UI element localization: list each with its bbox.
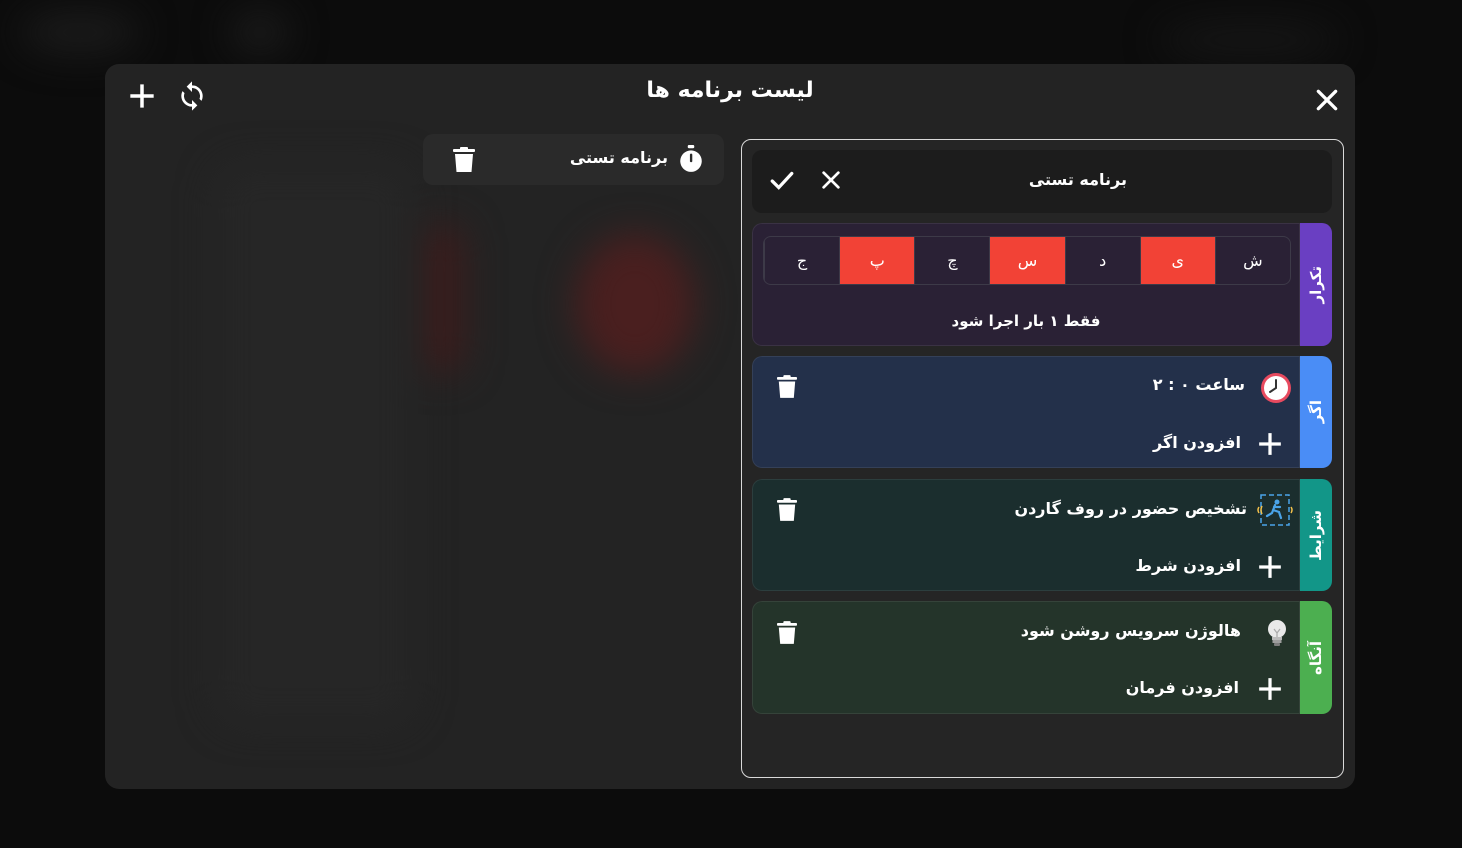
cancel-icon[interactable] [820, 169, 842, 191]
repeat-tab: تکرار [1300, 223, 1332, 346]
weekday-selector: شیدسچپج [763, 236, 1291, 285]
close-button[interactable] [1309, 82, 1345, 118]
weekday-toggle[interactable]: س [989, 237, 1065, 284]
conditions-section: تشخیص حضور در روف گاردن افزودن شرط شرایط [752, 479, 1332, 591]
repeat-summary: فقط ۱ بار اجرا شود [951, 312, 1101, 330]
add-command-label[interactable]: افزودن فرمان [1126, 678, 1239, 697]
if-item-text: ساعت ۰ : ۲ [1152, 375, 1245, 394]
weekday-toggle[interactable]: ج [764, 237, 839, 284]
plus-icon[interactable] [1257, 554, 1283, 580]
add-condition-label[interactable]: افزودن شرط [1135, 556, 1241, 575]
trash-icon[interactable] [777, 375, 797, 399]
background-blur [1160, 20, 1340, 60]
then-section-body: هالوژن سرویس روشن شود افزودن فرمان [752, 601, 1300, 714]
programs-modal: لیست برنامه ها برنامه تستی برنامه تستی ش… [105, 64, 1355, 789]
program-name: برنامه تستی [569, 148, 668, 167]
add-if-label[interactable]: افزودن اگر [1153, 433, 1241, 452]
plus-icon[interactable] [1257, 431, 1283, 457]
weekday-toggle[interactable]: ی [1139, 237, 1215, 284]
conditions-tab-label: شرایط [1307, 509, 1325, 561]
program-name-bar: برنامه تستی [752, 150, 1332, 213]
program-list-item[interactable]: برنامه تستی [423, 134, 724, 185]
close-icon [1316, 89, 1338, 111]
then-section: هالوژن سرویس روشن شود افزودن فرمان آنگاه [752, 601, 1332, 714]
repeat-tab-label: تکرار [1307, 265, 1325, 304]
if-section: ساعت ۰ : ۲ افزودن اگر اگر [752, 356, 1332, 468]
plus-icon[interactable] [1257, 676, 1283, 702]
background-blur [575, 234, 695, 374]
background-blur [415, 224, 465, 374]
weekday-toggle[interactable]: ش [1214, 237, 1290, 284]
repeat-section-body: شیدسچپج فقط ۱ بار اجرا شود [752, 223, 1300, 346]
if-tab: اگر [1300, 356, 1332, 468]
weekday-toggle[interactable]: چ [914, 237, 989, 284]
conditions-section-body: تشخیص حضور در روف گاردن افزودن شرط [752, 479, 1300, 591]
modal-title: لیست برنامه ها [646, 78, 814, 103]
then-tab: آنگاه [1300, 601, 1332, 714]
if-section-body: ساعت ۰ : ۲ افزودن اگر [752, 356, 1300, 468]
lightbulb-icon [1268, 620, 1286, 646]
refresh-button[interactable] [174, 78, 210, 114]
background-blur [230, 10, 290, 55]
check-icon[interactable] [768, 167, 796, 193]
clock-icon [1261, 373, 1291, 403]
add-program-button[interactable] [124, 78, 160, 114]
repeat-section: شیدسچپج فقط ۱ بار اجرا شود تکرار [752, 223, 1332, 346]
plus-icon [130, 84, 154, 108]
program-editor: برنامه تستی شیدسچپج فقط ۱ بار اجرا شود ت… [741, 139, 1344, 778]
command-item-text: هالوژن سرویس روشن شود [1020, 621, 1241, 640]
refresh-icon [181, 81, 203, 111]
trash-icon[interactable] [777, 498, 797, 522]
trash-icon[interactable] [453, 147, 475, 173]
background-blur [215, 164, 415, 724]
stopwatch-icon [680, 145, 702, 172]
background-blur [20, 10, 140, 55]
program-name-field[interactable]: برنامه تستی [1029, 170, 1127, 189]
conditions-tab: شرایط [1300, 479, 1332, 591]
condition-item-text: تشخیص حضور در روف گاردن [1014, 499, 1247, 518]
weekday-toggle[interactable]: پ [839, 237, 915, 284]
if-tab-label: اگر [1307, 400, 1325, 424]
then-tab-label: آنگاه [1307, 640, 1325, 675]
weekday-toggle[interactable]: د [1064, 237, 1140, 284]
trash-icon[interactable] [777, 621, 797, 645]
motion-sensor-icon [1257, 494, 1293, 526]
